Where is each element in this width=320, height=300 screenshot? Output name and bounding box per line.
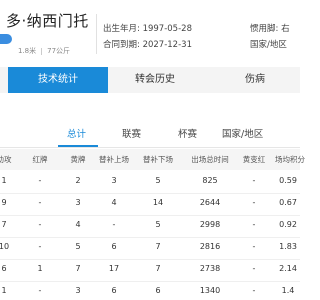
- table-row: 10 - 5 6 7 2816 - 1.83: [0, 237, 300, 260]
- tab-transfer-history[interactable]: 转会历史: [110, 67, 200, 93]
- table-cell: 1: [37, 264, 43, 273]
- table-cell: 7: [75, 264, 81, 273]
- table-cell: 1.83: [279, 242, 297, 251]
- column-header: 助攻: [0, 155, 12, 164]
- table-cell: -: [38, 176, 42, 185]
- table-cell: 1340: [199, 286, 221, 295]
- table-cell: 7: [155, 242, 161, 251]
- header-divider: [96, 14, 97, 54]
- table-cell: 1: [1, 286, 7, 295]
- contract-value: 2027-12-31: [142, 40, 192, 50]
- table-cell: 1: [1, 176, 7, 185]
- active-subtab-indicator: [58, 145, 98, 147]
- table-cell: -: [252, 220, 256, 229]
- table-cell: 4: [111, 198, 117, 207]
- table-cell: 5: [155, 176, 161, 185]
- table-cell: 9: [1, 198, 7, 207]
- table-cell: 0.67: [279, 198, 297, 207]
- table-cell: 6: [155, 286, 161, 295]
- stats-table-header: 助攻 红牌 黄牌 替补上场 替补下场 出场总时间 黄变红 场均积分: [0, 149, 305, 170]
- table-cell: 3: [75, 286, 81, 295]
- tab-tech-stats[interactable]: 技术统计: [8, 67, 108, 93]
- table-cell: 1.4: [281, 286, 295, 295]
- contract-label: 合同到期:: [103, 40, 140, 50]
- table-cell: 2644: [199, 198, 221, 207]
- table-cell: 0.92: [279, 220, 297, 229]
- table-cell: 2.14: [279, 264, 297, 273]
- table-cell: -: [38, 286, 42, 295]
- table-row: 1 - 3 6 6 1340 - 1.4: [0, 281, 300, 300]
- table-cell: 2816: [199, 242, 221, 251]
- table-cell: -: [252, 198, 256, 207]
- main-tabs: 技术统计 转会历史 伤病: [0, 67, 300, 93]
- subtab-league[interactable]: 联赛: [122, 126, 141, 140]
- subtab-total[interactable]: 总计: [67, 126, 86, 140]
- table-cell: 5: [75, 242, 81, 251]
- contract-info: 合同到期: 2027-12-31: [103, 38, 192, 50]
- player-badge-icon: [0, 34, 12, 44]
- nation-info: 国家/地区: [250, 38, 287, 50]
- birth-info: 出生年月: 1997-05-28: [103, 22, 192, 34]
- table-cell: 2998: [199, 220, 221, 229]
- birth-value: 1997-05-28: [142, 24, 192, 34]
- table-cell: 2: [75, 176, 81, 185]
- subtab-cup[interactable]: 杯赛: [178, 126, 197, 140]
- column-header: 红牌: [32, 155, 48, 164]
- column-header: 场均积分: [275, 155, 305, 164]
- table-cell: -: [38, 198, 42, 207]
- table-cell: -: [252, 242, 256, 251]
- table-cell: -: [38, 242, 42, 251]
- table-cell: 7: [155, 264, 161, 273]
- table-cell: 14: [152, 198, 164, 207]
- player-height: 1.8米: [18, 47, 37, 55]
- competition-subtabs: 总计 联赛 杯赛 国家/地区: [0, 118, 300, 148]
- table-cell: 17: [108, 264, 120, 273]
- table-cell: 5: [155, 220, 161, 229]
- table-cell: 825: [202, 176, 218, 185]
- table-row: 7 - 4 - 5 2998 - 0.92: [0, 215, 300, 238]
- table-cell: 7: [1, 220, 7, 229]
- table-cell: 10: [0, 242, 10, 251]
- player-weight: 77公斤: [47, 47, 71, 55]
- table-cell: 3: [75, 198, 81, 207]
- table-cell: 3: [111, 176, 117, 185]
- birth-label: 出生年月:: [103, 24, 140, 34]
- column-header: 黄变红: [242, 155, 266, 164]
- table-cell: 4: [75, 220, 81, 229]
- subtab-national[interactable]: 国家/地区: [222, 126, 263, 140]
- table-row: 1 - 2 3 5 825 - 0.59: [0, 171, 300, 194]
- table-cell: 2738: [199, 264, 221, 273]
- table-cell: -: [252, 286, 256, 295]
- table-cell: 6: [111, 242, 117, 251]
- player-name: 多·纳西门托: [6, 12, 89, 30]
- table-row: 6 1 7 17 7 2738 - 2.14: [0, 259, 300, 282]
- table-cell: -: [252, 264, 256, 273]
- table-cell: 0.59: [279, 176, 297, 185]
- column-header: 替补上场: [99, 155, 129, 164]
- table-cell: -: [252, 176, 256, 185]
- divider: [41, 47, 43, 55]
- table-row: 9 - 3 4 14 2644 - 0.67: [0, 193, 300, 216]
- nation-label: 国家/地区: [250, 40, 287, 50]
- table-cell: 6: [1, 264, 7, 273]
- table-cell: 6: [111, 286, 117, 295]
- player-header: 多·纳西门托 1.8米 77公斤 出生年月: 1997-05-28 合同到期: 2…: [0, 0, 300, 64]
- tab-injuries[interactable]: 伤病: [210, 67, 300, 93]
- table-cell: -: [38, 220, 42, 229]
- foot-info: 惯用脚: 右: [250, 22, 290, 34]
- column-header: 出场总时间: [191, 155, 229, 164]
- player-body-stats: 1.8米 77公斤: [18, 46, 70, 56]
- foot-value: 右: [281, 24, 290, 34]
- table-cell: -: [112, 220, 116, 229]
- column-header: 替补下场: [143, 155, 173, 164]
- column-header: 黄牌: [70, 155, 86, 164]
- foot-label: 惯用脚:: [250, 24, 279, 34]
